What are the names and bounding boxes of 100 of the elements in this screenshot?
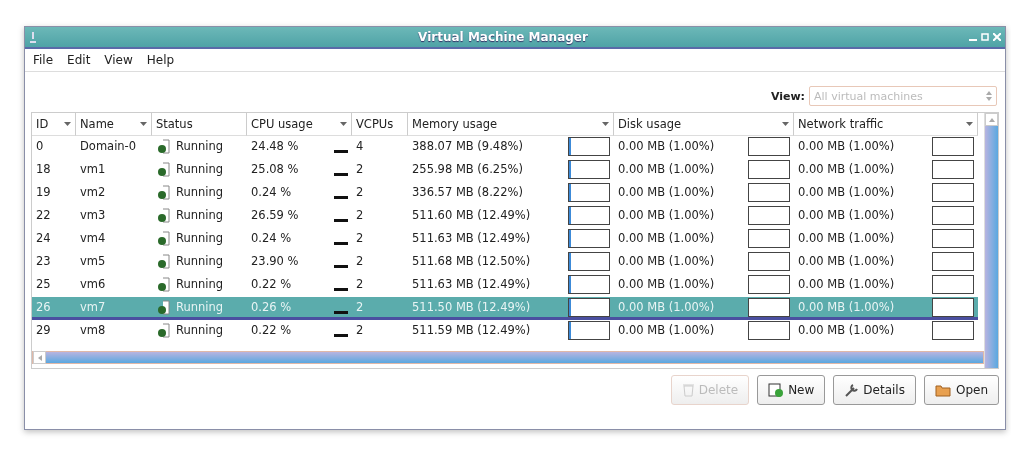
table-cell[interactable]: 29 xyxy=(32,320,76,343)
disk-usage-text: 0.00 MB (1.00%) xyxy=(618,208,716,222)
cpu-graph-icon xyxy=(334,311,348,314)
disk-meter xyxy=(748,182,790,202)
maximize-icon[interactable] xyxy=(981,33,989,41)
table-cell-text: vm3 xyxy=(79,207,107,224)
new-machine-icon xyxy=(768,382,785,398)
wrench-icon xyxy=(844,382,860,398)
memory-meter xyxy=(568,251,610,271)
running-status-icon xyxy=(156,299,172,315)
table-cell-text: 2 xyxy=(355,253,365,270)
memory-meter xyxy=(568,228,610,248)
table-cell[interactable]: 22 xyxy=(32,205,76,228)
disk-meter xyxy=(748,274,790,294)
column-header[interactable]: Name xyxy=(76,113,152,136)
table-cell[interactable]: 23 xyxy=(32,251,76,274)
table-cell-text: vm2 xyxy=(79,184,107,201)
running-status-icon xyxy=(156,322,172,338)
cpu-graph-icon xyxy=(334,196,348,199)
status-text: Running xyxy=(176,185,225,199)
action-button[interactable]: Details xyxy=(833,375,916,405)
cpu-usage-text: 26.59 % xyxy=(251,208,300,222)
cpu-graph-icon xyxy=(334,334,348,337)
memory-meter xyxy=(568,205,610,225)
disk-usage-text: 0.00 MB (1.00%) xyxy=(618,323,716,337)
table-cell-text: vm8 xyxy=(79,322,107,339)
close-icon[interactable] xyxy=(993,33,1001,41)
scroll-left-icon[interactable] xyxy=(37,354,42,361)
table-cell-text: Domain-0 xyxy=(79,138,138,155)
cpu-graph-icon xyxy=(334,150,348,153)
table-cell[interactable]: 24 xyxy=(32,228,76,251)
vertical-scrollbar[interactable] xyxy=(984,113,998,368)
table-cell-text: 2 xyxy=(355,276,365,293)
column-header[interactable]: Memory usage xyxy=(408,113,614,136)
table-cell[interactable]: 19 xyxy=(32,182,76,205)
table-cell[interactable]: 0 xyxy=(32,136,76,159)
memory-meter xyxy=(568,274,610,294)
column-header[interactable]: Disk usage xyxy=(614,113,794,136)
cpu-usage-text: 24.48 % xyxy=(251,139,300,153)
table-cell[interactable]: 18 xyxy=(32,159,76,182)
action-button[interactable]: New xyxy=(757,375,826,405)
memory-usage-text: 336.57 MB (8.22%) xyxy=(412,185,524,199)
running-status-icon xyxy=(156,184,172,200)
menu-item[interactable]: Help xyxy=(146,53,175,67)
column-header[interactable]: Status xyxy=(152,113,247,136)
table-cell[interactable]: 25 xyxy=(32,274,76,297)
disk-usage-text: 0.00 MB (1.00%) xyxy=(618,139,716,153)
disk-meter xyxy=(748,205,790,225)
network-traffic-text: 0.00 MB (1.00%) xyxy=(798,162,896,176)
cpu-graph-icon xyxy=(334,219,348,222)
table-cell: 2 xyxy=(352,297,408,320)
table-cell-text: 4 xyxy=(355,138,365,155)
memory-usage-text: 255.98 MB (6.25%) xyxy=(412,162,524,176)
running-status-icon xyxy=(156,138,172,154)
network-traffic-text: 0.00 MB (1.00%) xyxy=(798,208,896,222)
memory-meter xyxy=(568,297,610,317)
column-header[interactable]: Network traffic xyxy=(794,113,978,136)
cpu-usage-text: 0.22 % xyxy=(251,277,293,291)
table-cell-text: 2 xyxy=(355,207,365,224)
memory-usage-text: 511.50 MB (12.49%) xyxy=(412,300,532,314)
network-meter xyxy=(932,274,974,294)
network-traffic-text: 0.00 MB (1.00%) xyxy=(798,254,896,268)
network-meter xyxy=(932,136,974,156)
cpu-graph-icon xyxy=(334,265,348,268)
table-cell-text: 2 xyxy=(355,230,365,247)
disk-meter xyxy=(748,297,790,317)
cpu-usage-text: 23.90 % xyxy=(251,254,300,268)
status-text: Running xyxy=(176,323,225,337)
running-status-icon xyxy=(156,207,172,223)
network-traffic-text: 0.00 MB (1.00%) xyxy=(798,277,896,291)
cpu-usage-text: 0.24 % xyxy=(251,185,293,199)
status-text: Running xyxy=(176,254,225,268)
memory-usage-text: 511.63 MB (12.49%) xyxy=(412,231,532,245)
action-button[interactable]: Open xyxy=(923,375,999,405)
network-traffic-text: 0.00 MB (1.00%) xyxy=(798,185,896,199)
horizontal-scrollbar[interactable] xyxy=(32,351,984,364)
table-cell-text: vm5 xyxy=(79,253,107,270)
column-header[interactable]: VCPUs xyxy=(352,113,408,136)
column-header[interactable]: ID xyxy=(32,113,76,136)
memory-usage-text: 511.63 MB (12.49%) xyxy=(412,277,532,291)
menu-item[interactable]: View xyxy=(104,53,133,67)
menu-item[interactable]: Edit xyxy=(67,53,91,67)
network-meter xyxy=(932,228,974,248)
status-text: Running xyxy=(176,231,225,245)
cpu-usage-text: 0.24 % xyxy=(251,231,293,245)
cpu-usage-text: 25.08 % xyxy=(251,162,300,176)
column-header[interactable]: CPU usage xyxy=(247,113,352,136)
app-icon xyxy=(29,31,37,43)
memory-usage-text: 511.59 MB (12.49%) xyxy=(412,323,532,337)
disk-usage-text: 0.00 MB (1.00%) xyxy=(618,162,716,176)
disk-meter xyxy=(748,136,790,156)
menu-item[interactable]: File xyxy=(33,53,54,67)
disk-usage-text: 0.00 MB (1.00%) xyxy=(618,300,716,314)
folder-icon xyxy=(934,383,952,397)
scroll-up-icon[interactable] xyxy=(988,117,995,122)
running-status-icon xyxy=(156,253,172,269)
disk-meter xyxy=(748,251,790,271)
table-cell-text: vm4 xyxy=(79,230,107,247)
table-cell-text: 2 xyxy=(355,322,365,339)
table-cell: vm7 xyxy=(76,297,152,320)
